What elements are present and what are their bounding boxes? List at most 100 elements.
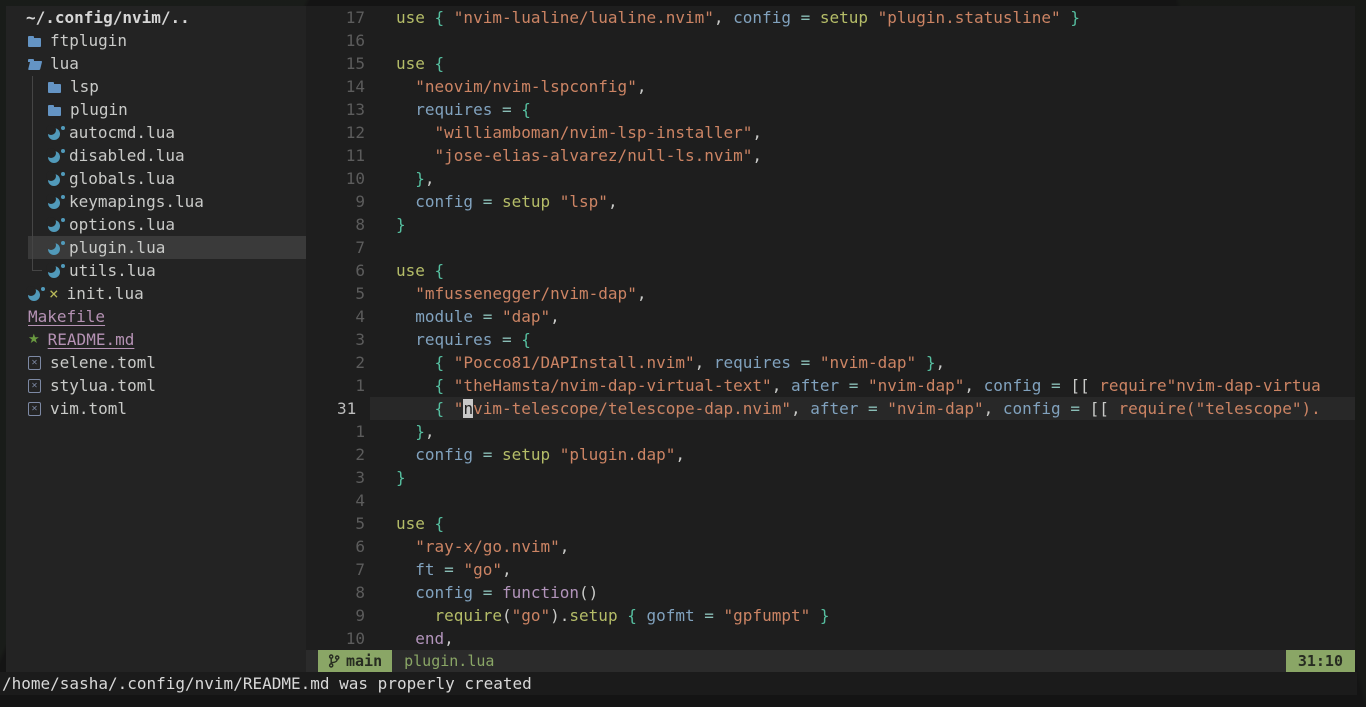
code-line[interactable]: 11 "jose-elias-alvarez/null-ls.nvim", <box>306 144 1355 167</box>
tree-item-plugin[interactable]: plugin <box>6 98 306 121</box>
code-line[interactable]: 9 config = setup "lsp", <box>306 190 1355 213</box>
lua-file-icon <box>48 263 62 278</box>
code-line-text[interactable]: requires = { <box>365 328 531 351</box>
git-branch-icon <box>328 654 340 668</box>
code-line-text[interactable] <box>365 489 396 512</box>
code-line[interactable]: 3 requires = { <box>306 328 1355 351</box>
code-line-text[interactable]: } <box>365 213 406 236</box>
code-line[interactable]: 7 <box>306 236 1355 259</box>
code-line[interactable]: 3} <box>306 466 1355 489</box>
line-number-current: 31 <box>306 397 365 420</box>
tree-item-globals-lua[interactable]: globals.lua <box>6 167 306 190</box>
lua-file-icon <box>48 125 62 140</box>
code-line-text[interactable]: { "theHamsta/nvim-dap-virtual-text", aft… <box>365 374 1321 397</box>
tree-item-makefile[interactable]: Makefile <box>6 305 306 328</box>
code-line[interactable]: 4 module = "dap", <box>306 305 1355 328</box>
tree-item-readme-md[interactable]: ★README.md <box>6 328 306 351</box>
tree-item-lua[interactable]: lua <box>6 52 306 75</box>
line-number: 4 <box>306 489 365 512</box>
code-line[interactable]: 17use { "nvim-lualine/lualine.nvim", con… <box>306 6 1355 29</box>
code-line-text[interactable]: end, <box>365 627 454 650</box>
star-icon: ★ <box>28 328 40 351</box>
line-number: 3 <box>306 328 365 351</box>
code-line-text[interactable]: { "Pocco81/DAPInstall.nvim", requires = … <box>365 351 945 374</box>
code-line[interactable]: 2 { "Pocco81/DAPInstall.nvim", requires … <box>306 351 1355 374</box>
tree-item-label: utils.lua <box>69 259 156 282</box>
tree-item-label: vim.toml <box>50 397 127 420</box>
code-line-text[interactable]: config = setup "lsp", <box>365 190 618 213</box>
code-line[interactable]: 9 require("go").setup { gofmt = "gpfumpt… <box>306 604 1355 627</box>
code-line[interactable]: 1 { "theHamsta/nvim-dap-virtual-text", a… <box>306 374 1355 397</box>
line-number: 11 <box>306 144 365 167</box>
code-line-text[interactable]: }, <box>365 167 435 190</box>
folder-icon <box>48 81 61 93</box>
code-line-text[interactable]: ft = "go", <box>365 558 512 581</box>
file-tree-sidebar: ~/.config/nvim/.. ftpluginlualsppluginau… <box>6 6 306 672</box>
code-line[interactable]: 10 }, <box>306 167 1355 190</box>
line-number: 7 <box>306 236 365 259</box>
line-number: 7 <box>306 558 365 581</box>
line-number: 10 <box>306 627 365 650</box>
code-line[interactable]: 8 config = function() <box>306 581 1355 604</box>
code-line-current[interactable]: 31 { "nvim-telescope/telescope-dap.nvim"… <box>306 397 1355 420</box>
tree-item-plugin-lua[interactable]: plugin.lua <box>6 236 306 259</box>
code-line-text[interactable] <box>365 236 396 259</box>
lua-file-icon <box>28 286 42 301</box>
tree-item-lsp[interactable]: lsp <box>6 75 306 98</box>
toml-file-icon <box>28 379 41 393</box>
tree-item-vim-toml[interactable]: vim.toml <box>6 397 306 420</box>
cursor-position-badge: 31:10 <box>1286 650 1355 672</box>
code-line[interactable]: 5 "mfussenegger/nvim-dap", <box>306 282 1355 305</box>
code-line[interactable]: 13 requires = { <box>306 98 1355 121</box>
code-line-text[interactable]: module = "dap", <box>365 305 560 328</box>
code-line-text[interactable]: use { <box>365 259 444 282</box>
code-line[interactable]: 8} <box>306 213 1355 236</box>
tree-item-init-lua[interactable]: ×init.lua <box>6 282 306 305</box>
tree-item-disabled-lua[interactable]: disabled.lua <box>6 144 306 167</box>
file-tree: ftpluginlualsppluginautocmd.luadisabled.… <box>6 29 306 420</box>
code-line-text[interactable]: "williamboman/nvim-lsp-installer", <box>365 121 762 144</box>
code-line[interactable]: 7 ft = "go", <box>306 558 1355 581</box>
code-line[interactable]: 2 config = setup "plugin.dap", <box>306 443 1355 466</box>
tree-item-stylua-toml[interactable]: stylua.toml <box>6 374 306 397</box>
lua-file-icon <box>48 194 62 209</box>
code-line-text[interactable]: "jose-elias-alvarez/null-ls.nvim", <box>365 144 762 167</box>
code-line[interactable]: 12 "williamboman/nvim-lsp-installer", <box>306 121 1355 144</box>
tree-item-keymapings-lua[interactable]: keymapings.lua <box>6 190 306 213</box>
code-line-text[interactable]: use { "nvim-lualine/lualine.nvim", confi… <box>365 6 1080 29</box>
code-line-text[interactable]: require("go").setup { gofmt = "gpfumpt" … <box>365 604 830 627</box>
code-line-text[interactable]: requires = { <box>365 98 531 121</box>
code-line-text[interactable]: "mfussenegger/nvim-dap", <box>365 282 646 305</box>
code-line-text[interactable]: "ray-x/go.nvim", <box>365 535 569 558</box>
tree-item-options-lua[interactable]: options.lua <box>6 213 306 236</box>
code-editor[interactable]: 17use { "nvim-lualine/lualine.nvim", con… <box>306 6 1355 650</box>
code-line[interactable]: 4 <box>306 489 1355 512</box>
code-line[interactable]: 6use { <box>306 259 1355 282</box>
line-number: 10 <box>306 167 365 190</box>
tree-item-label: init.lua <box>67 282 144 305</box>
code-line[interactable]: 10 end, <box>306 627 1355 650</box>
tree-root-path[interactable]: ~/.config/nvim/.. <box>6 6 306 29</box>
code-line[interactable]: 16 <box>306 29 1355 52</box>
code-line[interactable]: 5use { <box>306 512 1355 535</box>
code-line-text[interactable]: use { <box>365 512 444 535</box>
cursor-block: n <box>463 399 473 418</box>
tree-item-utils-lua[interactable]: utils.lua <box>6 259 306 282</box>
tree-item-ftplugin[interactable]: ftplugin <box>6 29 306 52</box>
code-line-text[interactable]: }, <box>365 420 435 443</box>
line-number: 15 <box>306 52 365 75</box>
code-line[interactable]: 14 "neovim/nvim-lspconfig", <box>306 75 1355 98</box>
code-line-text[interactable]: config = setup "plugin.dap", <box>365 443 685 466</box>
tree-item-label: lua <box>50 52 79 75</box>
code-line-text[interactable]: use { <box>365 52 444 75</box>
tree-item-autocmd-lua[interactable]: autocmd.lua <box>6 121 306 144</box>
code-line[interactable]: 6 "ray-x/go.nvim", <box>306 535 1355 558</box>
code-line-text[interactable]: config = function() <box>365 581 598 604</box>
code-line-text[interactable]: { "nvim-telescope/telescope-dap.nvim", a… <box>365 397 1321 420</box>
code-line[interactable]: 15use { <box>306 52 1355 75</box>
code-line-text[interactable]: "neovim/nvim-lspconfig", <box>365 75 646 98</box>
code-line[interactable]: 1 }, <box>306 420 1355 443</box>
tree-item-selene-toml[interactable]: selene.toml <box>6 351 306 374</box>
code-line-text[interactable]: } <box>365 466 406 489</box>
code-line-text[interactable] <box>365 29 396 52</box>
